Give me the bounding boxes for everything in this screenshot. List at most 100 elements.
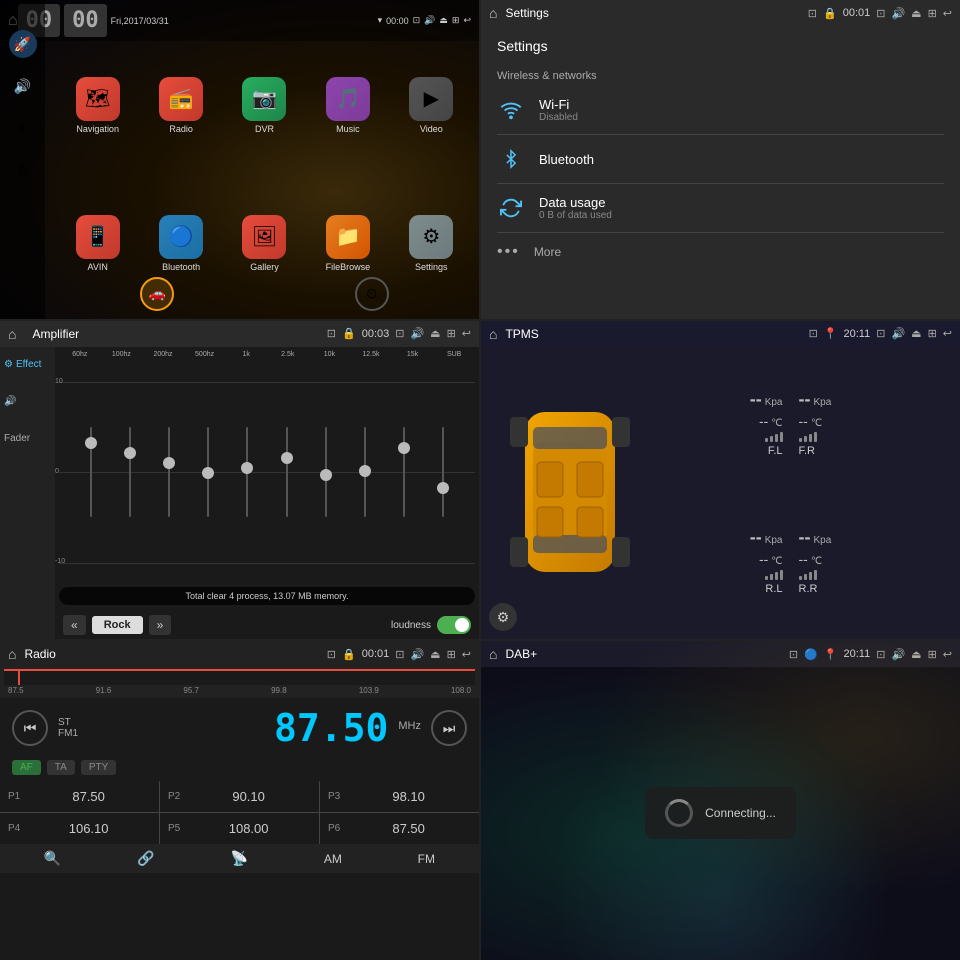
wifi-sub: Disabled	[539, 112, 944, 123]
tpms-rl-label: R.L	[765, 583, 782, 595]
video-label: Video	[420, 124, 443, 134]
radio-am-button[interactable]: AM	[324, 852, 342, 866]
radio-mhz-label: MHz	[398, 720, 421, 736]
eq-bar-3[interactable]	[168, 417, 170, 527]
eq-bar-6[interactable]	[286, 417, 288, 527]
tpms-fr-temp-unit: ℃	[811, 418, 822, 429]
loudness-label: loudness	[391, 620, 431, 631]
preset-p6[interactable]: P6 87.50	[320, 813, 479, 844]
radio-screen-icon: ⊞	[447, 648, 456, 661]
eq-preset-button[interactable]: Rock	[92, 616, 143, 634]
tpms-home-icon[interactable]: ⌂	[489, 326, 497, 342]
home-date: Fri,2017/03/31	[111, 16, 169, 26]
sidebar-rocket-icon[interactable]: 🚀	[9, 30, 37, 58]
eq-next-button[interactable]: »	[149, 615, 172, 635]
preset-p2[interactable]: P2 90.10	[160, 781, 319, 812]
tpms-rl-temp-unit: ℃	[771, 556, 782, 567]
radio-af-tag[interactable]: AF	[12, 760, 41, 775]
app-music[interactable]: 🎵 Music	[308, 38, 387, 172]
radio-ta-tag[interactable]: TA	[47, 760, 75, 775]
radio-antenna-icon[interactable]: 📡	[231, 850, 248, 867]
wireless-section-title: Wireless & networks	[497, 62, 944, 86]
eq-bar-8[interactable]	[364, 417, 366, 527]
eq-fader-item[interactable]: Fader	[0, 425, 55, 452]
tpms-rl-kpa-unit: Kpa	[765, 535, 783, 546]
preset-p6-freq: 87.50	[346, 821, 471, 836]
eq-bar-5[interactable]	[246, 417, 248, 527]
eq-bar-4[interactable]	[207, 417, 209, 527]
loudness-toggle[interactable]	[437, 616, 471, 634]
time-icon: 00:00	[386, 16, 409, 26]
eq-toast: Total clear 4 process, 13.07 MB memory.	[59, 587, 475, 605]
radio-next-button[interactable]: ⏭	[431, 710, 467, 746]
wifi-icon	[497, 96, 525, 124]
more-item[interactable]: ••• More	[497, 233, 944, 271]
tpms-fr-kpa: --	[799, 389, 811, 410]
radio-prev-button[interactable]: ⏮	[12, 710, 48, 746]
preset-p2-freq: 90.10	[186, 789, 311, 804]
app-navigation[interactable]: 🗺 Navigation	[58, 38, 137, 172]
eq-vol-side-icon: 🔊	[4, 396, 16, 407]
preset-p1-freq: 87.50	[26, 789, 151, 804]
preset-p5[interactable]: P5 108.00	[160, 813, 319, 844]
tpms-rl-kpa: --	[750, 527, 762, 548]
app-radio[interactable]: 📻 Radio	[141, 38, 220, 172]
tpms-fl-temp: --	[759, 413, 768, 429]
preset-p2-label: P2	[168, 791, 180, 802]
settings-home-icon[interactable]: ⌂	[489, 5, 497, 21]
eq-bar-2[interactable]	[129, 417, 131, 527]
eq-bar-10[interactable]	[442, 417, 444, 527]
settings-back-icon[interactable]: ↩	[943, 7, 952, 20]
sidebar-brightness-icon[interactable]: ☀	[9, 114, 37, 142]
nav-icon: 🗺	[76, 77, 120, 121]
settings-topbar: ⌂ Settings ⊡ 🔒 00:01 ⊡ 🔊 ⏏ ⊞ ↩	[481, 0, 960, 26]
eq-eject-icon: ⏏	[430, 327, 440, 340]
eq-bar-7[interactable]	[325, 417, 327, 527]
bluetooth-item[interactable]: Bluetooth	[497, 135, 944, 184]
eq-sidebar: ⚙ Effect 🔊 Fader	[0, 347, 55, 640]
radio-lock-icon: 🔒	[342, 648, 356, 661]
sidebar-eq-icon[interactable]: ⚙	[9, 156, 37, 184]
radio-topbar-title: Radio	[24, 647, 55, 661]
panel-settings: ⌂ Settings ⊡ 🔒 00:01 ⊡ 🔊 ⏏ ⊞ ↩ Settings …	[481, 0, 960, 319]
eq-prev-button[interactable]: «	[63, 615, 86, 635]
tpms-rr-signal	[799, 570, 817, 580]
eq-effect-item[interactable]: ⚙ Effect	[0, 351, 55, 378]
eq-bar-9[interactable]	[403, 417, 405, 527]
tpms-fr: --Kpa --℃ F.R	[791, 355, 953, 492]
radio-mhz: MHz	[398, 720, 421, 732]
tpms-back-icon[interactable]: ↩	[943, 327, 952, 340]
data-usage-item[interactable]: Data usage 0 B of data used	[497, 184, 944, 233]
tpms-fr-temp: --	[799, 413, 808, 429]
filebrowse-icon: 📁	[326, 215, 370, 259]
app-video[interactable]: ▶ Video	[392, 38, 471, 172]
radio-freq-display: 87.50	[274, 706, 388, 750]
preset-p4[interactable]: P4 106.10	[0, 813, 159, 844]
radio-fm-button[interactable]: FM	[418, 852, 435, 866]
radio-pty-tag[interactable]: PTY	[81, 760, 116, 775]
radio-search-icon[interactable]: 🔍	[44, 850, 61, 867]
wifi-item[interactable]: Wi-Fi Disabled	[497, 86, 944, 135]
radio-presets: P1 87.50 P2 90.10 P3 98.10 P4 106.10 P5 …	[0, 781, 479, 844]
radio-link-icon[interactable]: 🔗	[137, 850, 154, 867]
tpms-fl-label: F.L	[768, 445, 783, 457]
settings-topbar-title: Settings	[505, 6, 548, 20]
tpms-eject-icon: ⏏	[911, 327, 921, 340]
panel-radio: ⌂ Radio ⊡ 🔒 00:01 ⊡ 🔊 ⏏ ⊞ ↩ 87.5 91.6	[0, 641, 479, 960]
preset-p3[interactable]: P3 98.10	[320, 781, 479, 812]
eq-bar-1[interactable]	[90, 417, 92, 527]
eq-back-icon[interactable]: ↩	[462, 327, 471, 340]
eq-home-icon[interactable]: ⌂	[8, 326, 16, 342]
radio-back-icon[interactable]: ↩	[462, 648, 471, 661]
radio-home-icon[interactable]: ⌂	[8, 646, 16, 662]
preset-p1[interactable]: P1 87.50	[0, 781, 159, 812]
preset-p5-label: P5	[168, 823, 180, 834]
bottom-car-icon[interactable]: 🚗	[140, 277, 174, 311]
eq-vol-side-item[interactable]: 🔊	[0, 378, 55, 425]
app-dvr[interactable]: 📷 DVR	[225, 38, 304, 172]
sidebar-vol-icon[interactable]: 🔊	[9, 72, 37, 100]
settings-eject-icon: ⏏	[911, 7, 921, 20]
bottom-circles-icon[interactable]: ⊙	[355, 277, 389, 311]
data-usage-sub: 0 B of data used	[539, 210, 944, 221]
back-icon[interactable]: ↩	[463, 15, 471, 26]
